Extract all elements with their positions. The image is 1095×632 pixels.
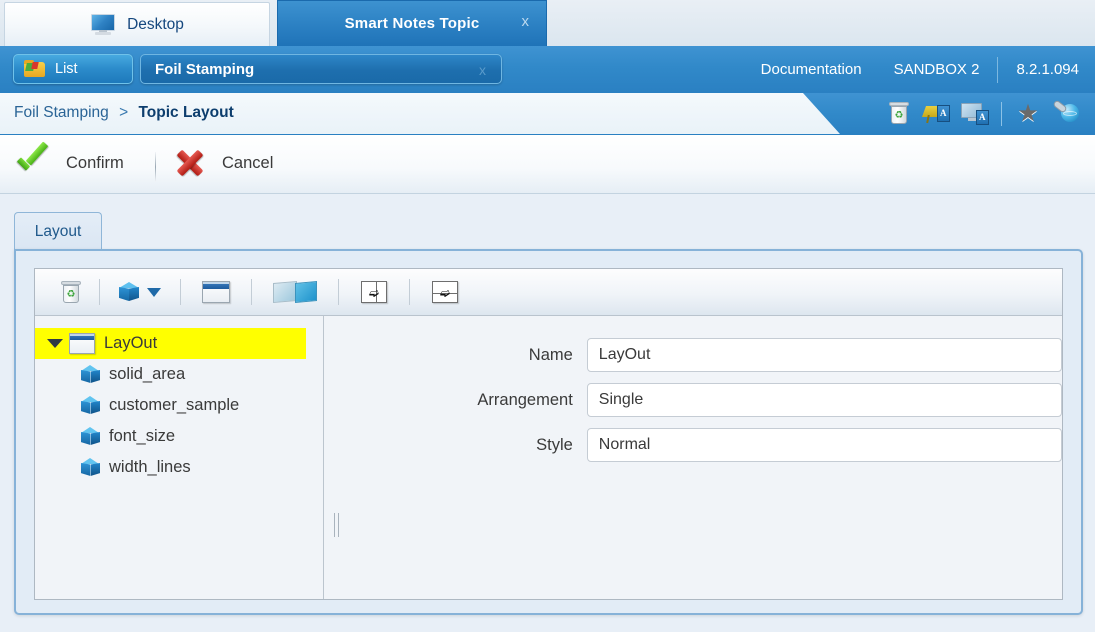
toolbar-divider <box>251 279 252 305</box>
two-pane-layout-icon <box>273 280 317 304</box>
breadcrumb-separator: > <box>119 104 129 121</box>
header-right-links: Documentation SANDBOX 2 8.2.1.094 <box>745 46 1095 93</box>
environment-label[interactable]: SANDBOX 2 <box>878 61 996 78</box>
header-icon-divider <box>1001 102 1002 126</box>
name-label: Name <box>528 345 573 364</box>
tree-row-root[interactable]: LayOut <box>35 328 306 359</box>
editor-toolbar: ♻ ➫ ➫ <box>35 269 1062 316</box>
header-divider <box>997 56 999 83</box>
close-icon[interactable]: x <box>522 14 530 29</box>
globe-link-icon[interactable] <box>1049 97 1083 131</box>
window-layout-button[interactable] <box>185 273 247 311</box>
action-divider <box>155 152 156 182</box>
breadcrumb-root[interactable]: Foil Stamping <box>14 104 109 121</box>
breadcrumb-current: Topic Layout <box>138 104 234 121</box>
splitter-line <box>323 316 324 599</box>
red-x-icon <box>170 145 210 181</box>
documentation-link[interactable]: Documentation <box>745 61 878 78</box>
recycle-bin-icon[interactable]: ♻ <box>882 97 916 131</box>
green-check-icon <box>14 145 54 181</box>
form-row-name: Name <box>349 338 1062 372</box>
toolbar-divider <box>338 279 339 305</box>
style-select[interactable]: Normal <box>586 428 1062 462</box>
tree-row[interactable]: font_size <box>35 421 306 452</box>
application-window: Desktop Smart Notes Topic x List Foil St… <box>0 0 1095 632</box>
cancel-button[interactable]: Cancel <box>170 145 273 181</box>
cancel-button-label: Cancel <box>222 153 274 172</box>
list-button[interactable]: List <box>13 54 133 84</box>
arrangement-select[interactable]: Single <box>586 383 1062 417</box>
toolbar-divider <box>180 279 181 305</box>
arrangement-value: Single <box>598 391 644 408</box>
cube-node-icon <box>81 396 100 415</box>
tree-row[interactable]: width_lines <box>35 452 306 483</box>
style-field-wrap: Normal <box>586 428 1062 462</box>
folder-icon <box>24 60 46 78</box>
layout-editor: ♻ ➫ ➫ LayOut solid_area customer_sample … <box>34 268 1063 600</box>
screen-annotation-icon[interactable]: A <box>958 97 992 131</box>
cube-node-icon <box>81 458 100 477</box>
list-button-label: List <box>55 61 78 77</box>
style-value: Normal <box>598 436 651 453</box>
cube-node-icon <box>81 427 100 446</box>
split-vertical-button[interactable]: ➫ <box>343 273 405 311</box>
arrangement-label: Arrangement <box>477 390 573 409</box>
document-chip[interactable]: Foil Stamping x <box>140 54 502 84</box>
layout-panel: ♻ ➫ ➫ LayOut solid_area customer_sample … <box>14 249 1083 615</box>
tree-row[interactable]: customer_sample <box>35 390 306 421</box>
tree-row-label: LayOut <box>104 334 158 352</box>
split-vertical-icon: ➫ <box>361 281 387 303</box>
tab-layout-label: Layout <box>34 222 82 240</box>
add-element-icon <box>119 282 139 302</box>
tree-row-label: customer_sample <box>109 396 240 414</box>
split-horizontal-button[interactable]: ➫ <box>414 273 476 311</box>
splitter-grip <box>338 513 339 537</box>
confirm-button[interactable]: Confirm <box>14 145 124 181</box>
tree-row-label: font_size <box>109 427 176 445</box>
window-tab-desktop[interactable]: Desktop <box>4 2 270 46</box>
window-node-icon <box>69 333 95 354</box>
splitter-grip <box>334 513 335 537</box>
split-horizontal-icon: ➫ <box>432 281 458 303</box>
tree-row-label: solid_area <box>109 365 186 383</box>
note-annotation-icon[interactable]: A <box>920 97 954 131</box>
delete-icon[interactable]: ♻ <box>47 273 95 311</box>
window-tab-smart-notes-topic[interactable]: Smart Notes Topic x <box>277 0 547 46</box>
confirm-button-label: Confirm <box>66 153 124 172</box>
two-pane-layout-button[interactable] <box>256 273 334 311</box>
document-chip-label: Foil Stamping <box>155 60 255 78</box>
element-tree[interactable]: LayOut solid_area customer_sample font_s… <box>35 316 306 599</box>
chevron-down-icon[interactable] <box>147 287 161 297</box>
window-layout-icon <box>202 281 230 303</box>
window-tab-label: Desktop <box>127 15 184 33</box>
header-icon-group: ♻ A A ★ <box>880 94 1085 134</box>
form-row-style: Style Normal <box>349 428 1062 462</box>
tree-row-label: width_lines <box>109 458 191 476</box>
form-row-arrangement: Arrangement Single <box>349 383 1062 417</box>
monitor-icon <box>90 14 116 35</box>
breadcrumb: Foil Stamping > Topic Layout <box>14 104 234 122</box>
name-input[interactable] <box>586 338 1062 372</box>
version-label: 8.2.1.094 <box>1016 61 1079 78</box>
favorite-star-icon[interactable]: ★ <box>1011 97 1045 131</box>
add-element-button[interactable] <box>104 273 176 311</box>
chevron-down-icon[interactable] <box>47 339 63 348</box>
property-form: Name Arrangement Single Style <box>349 316 1062 599</box>
close-icon[interactable]: x <box>479 62 486 78</box>
toolbar-divider <box>409 279 410 305</box>
style-label: Style <box>536 435 573 454</box>
tree-row[interactable]: solid_area <box>35 359 306 390</box>
name-field-wrap <box>586 338 1062 372</box>
pane-splitter[interactable] <box>323 316 349 599</box>
window-tab-strip: Desktop Smart Notes Topic x <box>0 0 1095 47</box>
window-tab-label: Smart Notes Topic <box>344 15 480 32</box>
cube-node-icon <box>81 365 100 384</box>
arrangement-field-wrap: Single <box>586 383 1062 417</box>
tab-layout[interactable]: Layout <box>14 212 102 250</box>
action-bar: Confirm Cancel <box>0 135 1095 194</box>
toolbar-divider <box>99 279 100 305</box>
header-bar: List Foil Stamping x Documentation SANDB… <box>0 46 1095 93</box>
